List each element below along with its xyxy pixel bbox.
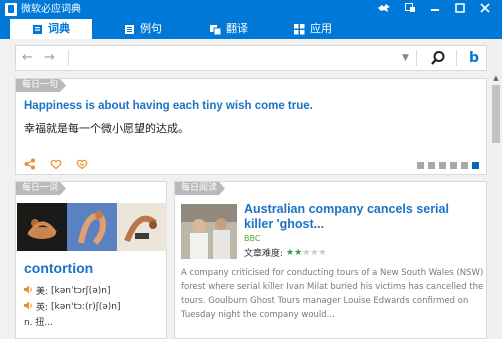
title-bar: 微软必应词典 [0, 0, 502, 19]
pager-dot[interactable] [417, 162, 424, 169]
apps-icon [294, 23, 305, 35]
daily-word-tag: 每日一词 [16, 182, 67, 195]
contortion-photo [117, 203, 167, 251]
daily-sentence-card: 每日一句 Happiness is about having each tiny… [15, 78, 487, 175]
daily-sentence-tag: 每日一句 [16, 79, 67, 92]
divider [68, 50, 69, 66]
bird-icon[interactable] [373, 0, 395, 19]
contortion-photo [67, 203, 117, 251]
star-icon: ★ [294, 247, 303, 258]
sentence-chinese: 幸福就是每一个微小愿望的达成。 [24, 122, 189, 135]
pron-uk: 英: [kən'tɔː(r)ʃ(ə)n] [24, 300, 121, 313]
bing-search-button[interactable]: b [463, 49, 485, 67]
difficulty-label: 文章难度: [244, 249, 284, 259]
scroll-thumb[interactable] [492, 85, 500, 143]
sentence-actions [24, 158, 88, 173]
tab-label: 词典 [48, 22, 70, 35]
daily-word[interactable]: contortion [24, 260, 93, 276]
forward-arrow-icon[interactable]: → [44, 50, 55, 66]
pager-dot[interactable] [450, 162, 457, 169]
speaker-icon[interactable] [24, 301, 33, 313]
pager-dot[interactable] [428, 162, 435, 169]
back-arrow-icon[interactable]: ← [22, 50, 33, 66]
pron-uk-text: [kən'tɔː(r)ʃ(ə)n] [51, 301, 121, 312]
scroll-up-arrow-icon[interactable]: ▲ [490, 73, 502, 83]
contortion-photo [17, 203, 67, 251]
word-photos[interactable] [17, 203, 167, 251]
tab-translate[interactable]: 翻译 [194, 19, 264, 39]
bing-dict-logo-icon [5, 3, 17, 16]
daily-word-card: 每日一词 contortion 美: [kənˈtɔrʃ(ə)n] 英: [kə… [15, 181, 167, 339]
maximize-icon[interactable] [449, 0, 471, 19]
divider [456, 50, 457, 66]
minimize-to-tray-icon[interactable] [399, 0, 421, 19]
pron-us-label: 美: [36, 287, 49, 297]
book-icon [32, 24, 43, 35]
tab-examples[interactable]: 例句 [108, 19, 178, 39]
tab-dictionary[interactable]: 词典 [10, 19, 92, 39]
minimize-icon[interactable] [424, 0, 446, 19]
close-icon[interactable] [474, 0, 496, 19]
tab-label: 翻译 [226, 22, 248, 35]
word-definition: n. 扭... [24, 318, 54, 328]
news-photo[interactable] [181, 204, 237, 259]
tab-label: 应用 [310, 22, 332, 35]
tab-apps[interactable]: 应用 [278, 19, 348, 39]
speaker-icon[interactable] [24, 285, 33, 297]
difficulty-stars: ★★★★★ [286, 248, 326, 258]
divider [416, 50, 417, 66]
search-icon[interactable] [430, 50, 448, 66]
search-bar: ← → ▼ b [15, 45, 487, 71]
news-source: BBC [244, 234, 261, 243]
app-window: 微软必应词典 词典 例句 翻译 应用 ← → ▼ b 每日一句 Happines… [0, 0, 502, 339]
pron-uk-label: 英: [36, 303, 49, 313]
search-input[interactable] [76, 49, 396, 67]
pager-dot[interactable] [472, 162, 479, 169]
translate-icon [210, 24, 222, 35]
favorite-heart-icon[interactable] [50, 158, 62, 173]
daily-reading-card: 每日阅读 Australian company cancels serial k… [174, 181, 487, 339]
sentence-pager [417, 162, 479, 169]
share-icon[interactable] [24, 158, 36, 173]
star-icon: ★ [318, 247, 327, 258]
like-heart-icon[interactable] [76, 158, 88, 173]
history-dropdown-icon[interactable]: ▼ [402, 50, 409, 66]
nav-bar: 词典 例句 翻译 应用 [0, 19, 502, 39]
pager-dot[interactable] [439, 162, 446, 169]
tab-label: 例句 [140, 22, 162, 35]
difficulty-row: 文章难度: ★★★★★ [244, 246, 326, 260]
daily-reading-tag: 每日阅读 [175, 182, 226, 195]
star-icon: ★ [286, 247, 295, 258]
news-title[interactable]: Australian company cancels serial killer… [244, 202, 480, 232]
window-title: 微软必应词典 [21, 4, 81, 15]
scrollbar[interactable]: ▲ [490, 39, 502, 339]
pron-us-text: [kənˈtɔrʃ(ə)n] [51, 285, 111, 296]
pager-dot[interactable] [461, 162, 468, 169]
pron-us: 美: [kənˈtɔrʃ(ə)n] [24, 284, 110, 297]
notebook-icon [124, 24, 135, 35]
sentence-english[interactable]: Happiness is about having each tiny wish… [24, 100, 313, 112]
news-body: A company criticised for conducting tour… [181, 268, 484, 320]
